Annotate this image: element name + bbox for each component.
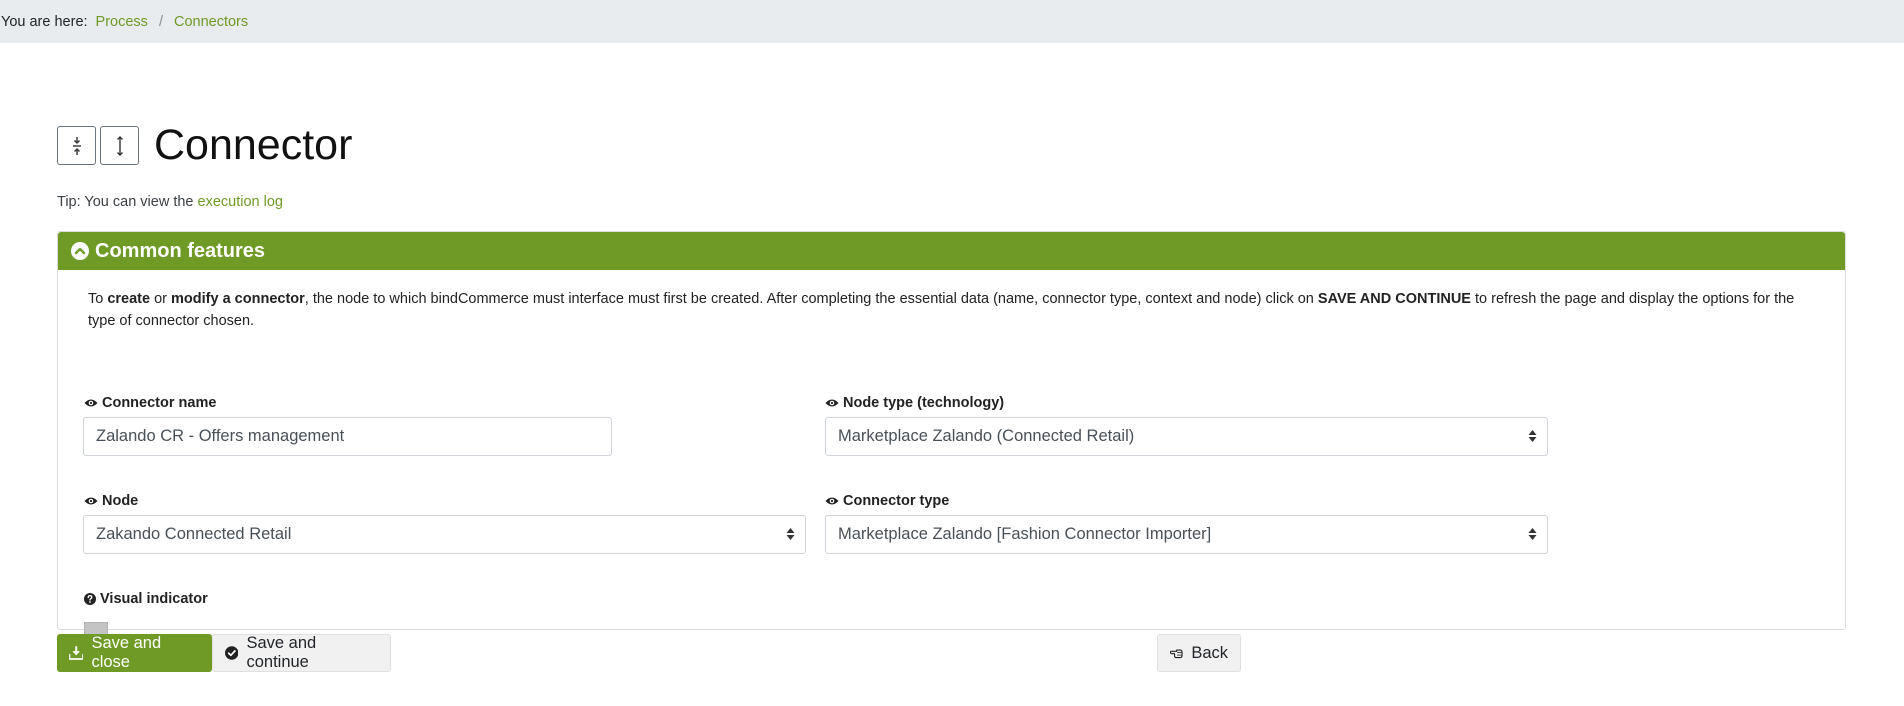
node-type-label-text: Node type (technology): [843, 395, 1005, 411]
save-and-continue-button[interactable]: Save and continue: [212, 634, 391, 672]
intro-bold-create: create: [107, 291, 151, 307]
intro-part: , the node to which bindCommerce must in…: [304, 291, 1318, 307]
title-row: Connector: [57, 124, 352, 167]
node-type-label: Node type (technology): [825, 395, 1004, 411]
breadcrumb-link-connectors[interactable]: Connectors: [174, 14, 248, 30]
connector-name-input[interactable]: Zalando CR - Offers management: [83, 417, 612, 456]
sort-caret-icon: [1528, 528, 1537, 540]
intro-bold-save-continue: SAVE AND CONTINUE: [1317, 291, 1471, 307]
question-circle-icon: [84, 593, 96, 605]
breadcrumb-link-process[interactable]: Process: [96, 14, 148, 30]
chevron-up-circle-icon: [71, 242, 89, 260]
node-label: Node: [84, 493, 138, 509]
connector-name-label-text: Connector name: [102, 395, 217, 411]
visual-indicator-label: Visual indicator: [84, 591, 208, 607]
intro-text: To create or modify a connector, the nod…: [88, 288, 1818, 332]
common-features-header[interactable]: Common features: [58, 232, 1845, 270]
connector-type-value: Marketplace Zalando [Fashion Connector I…: [838, 525, 1212, 543]
intro-bold-modify: modify a connector: [171, 291, 305, 307]
tip-text: Tip: You can view the execution log: [57, 194, 283, 210]
breadcrumb-separator: /: [158, 13, 163, 30]
back-label: Back: [1191, 643, 1228, 662]
eye-icon: [84, 399, 98, 407]
download-icon: [69, 646, 84, 660]
save-and-close-label: Save and close: [91, 634, 162, 671]
compress-vertical-icon: [72, 136, 81, 155]
execution-log-link[interactable]: execution log: [198, 194, 283, 210]
intro-part: or: [150, 291, 172, 307]
connector-name-label: Connector name: [84, 395, 216, 411]
back-button[interactable]: Back: [1157, 634, 1241, 672]
save-and-continue-label: Save and continue: [246, 634, 317, 671]
common-features-card: Common features To create or modify a co…: [57, 231, 1846, 646]
card-title: Common features: [95, 239, 266, 262]
expand-all-button[interactable]: [100, 126, 139, 165]
collapse-all-button[interactable]: [57, 126, 96, 165]
node-select[interactable]: Zakando Connected Retail: [83, 515, 806, 554]
page-title: Connector: [154, 121, 353, 169]
node-label-text: Node: [102, 493, 139, 509]
expand-vertical-icon: [116, 135, 123, 156]
breadcrumb-lead: You are here:: [1, 13, 88, 30]
intro-part: To: [88, 291, 108, 307]
connector-name-value: Zalando CR - Offers management: [96, 427, 345, 445]
check-circle-icon: [225, 646, 239, 660]
tip-prefix: Tip: You can view the: [57, 194, 194, 210]
connector-type-label-text: Connector type: [843, 493, 950, 509]
node-type-value: Marketplace Zalando (Connected Retail): [838, 427, 1135, 445]
save-and-close-button[interactable]: Save and close: [57, 634, 212, 672]
eye-icon: [825, 399, 839, 407]
eye-icon: [84, 497, 98, 505]
connector-type-label: Connector type: [825, 493, 949, 509]
connector-type-select[interactable]: Marketplace Zalando [Fashion Connector I…: [825, 515, 1548, 554]
node-type-select[interactable]: Marketplace Zalando (Connected Retail): [825, 417, 1548, 456]
hand-pointer-left-icon: [1170, 649, 1183, 659]
visual-indicator-label-text: Visual indicator: [100, 591, 208, 607]
breadcrumb: You are here: Process / Connectors: [0, 0, 1904, 43]
sort-caret-icon: [786, 528, 795, 540]
eye-icon: [825, 497, 839, 505]
sort-caret-icon: [1528, 430, 1537, 442]
node-value: Zakando Connected Retail: [96, 525, 292, 543]
